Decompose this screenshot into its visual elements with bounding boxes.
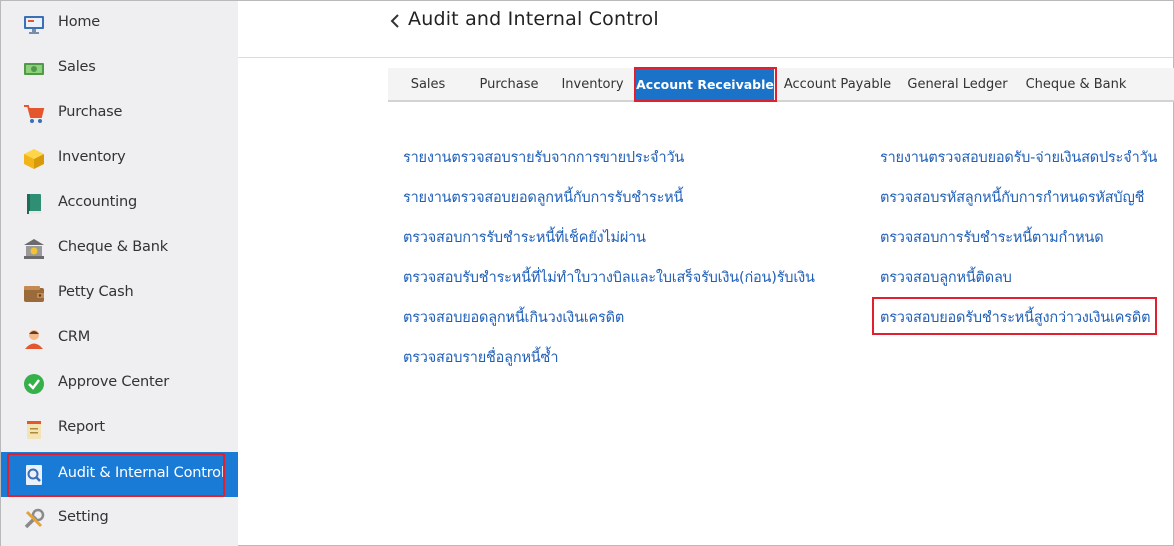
sidebar-item-label: Sales bbox=[58, 59, 96, 75]
sidebar-item-accounting[interactable]: Accounting bbox=[1, 181, 238, 226]
sidebar-item-petty-cash[interactable]: Petty Cash bbox=[1, 271, 238, 316]
tab-purchase[interactable]: Purchase bbox=[468, 68, 550, 100]
tab-cheque-bank[interactable]: Cheque & Bank bbox=[1020, 68, 1132, 100]
page-header: Audit and Internal Control bbox=[238, 1, 1173, 58]
sidebar-item-label: Cheque & Bank bbox=[58, 239, 168, 255]
bank-icon bbox=[23, 238, 45, 260]
sidebar-item-audit-internal-control[interactable]: Audit & Internal Control bbox=[1, 452, 238, 497]
report-link[interactable]: รายงานตรวจสอบรายรับจากการขายประจำวัน bbox=[403, 146, 684, 169]
report-link[interactable]: ตรวจสอบยอดรับชำระหนี้สูงกว่าวงเงินเครดิต bbox=[880, 306, 1150, 329]
report-link[interactable]: ตรวจสอบยอดลูกหนี้เกินวงเงินเครดิต bbox=[403, 306, 624, 329]
people-icon bbox=[23, 328, 45, 350]
sidebar-item-label: Inventory bbox=[58, 149, 126, 165]
report-icon bbox=[23, 418, 45, 440]
sidebar-item-approve-center[interactable]: Approve Center bbox=[1, 361, 238, 406]
tab-inventory[interactable]: Inventory bbox=[550, 68, 635, 100]
sidebar: Home Sales Purchase Inventory Accounting… bbox=[1, 1, 238, 546]
sidebar-item-sales[interactable]: Sales bbox=[1, 46, 238, 91]
sidebar-item-home[interactable]: Home bbox=[1, 1, 238, 46]
sidebar-item-inventory[interactable]: Inventory bbox=[1, 136, 238, 181]
report-link[interactable]: ตรวจสอบการรับชำระหนี้ตามกำหนด bbox=[880, 226, 1104, 249]
sidebar-item-purchase[interactable]: Purchase bbox=[1, 91, 238, 136]
tab-bar: Sales Purchase Inventory Account Receiva… bbox=[388, 68, 1174, 102]
sidebar-item-label: Home bbox=[58, 14, 101, 30]
sidebar-item-label: Setting bbox=[58, 509, 109, 525]
report-link[interactable]: รายงานตรวจสอบยอดรับ-จ่ายเงินสดประจำวัน bbox=[880, 146, 1157, 169]
monitor-icon bbox=[23, 13, 45, 35]
tools-icon bbox=[23, 508, 45, 530]
sidebar-item-label: Petty Cash bbox=[58, 284, 134, 300]
sidebar-item-label: Report bbox=[58, 419, 105, 435]
sidebar-item-label: Approve Center bbox=[58, 374, 169, 390]
wallet-icon bbox=[23, 283, 45, 305]
chevron-left-icon[interactable] bbox=[388, 13, 402, 29]
tab-sales[interactable]: Sales bbox=[388, 68, 468, 100]
sidebar-item-cheque-bank[interactable]: Cheque & Bank bbox=[1, 226, 238, 271]
sidebar-item-label: Purchase bbox=[58, 104, 123, 120]
sidebar-item-label: Accounting bbox=[58, 194, 137, 210]
audit-icon bbox=[23, 464, 45, 486]
money-icon bbox=[23, 58, 45, 80]
sidebar-item-report[interactable]: Report bbox=[1, 406, 238, 451]
sidebar-item-label: Audit & Internal Control bbox=[58, 465, 225, 481]
report-link[interactable]: รายงานตรวจสอบยอดลูกหนี้กับการรับชำระหนี้ bbox=[403, 186, 683, 209]
check-circle-icon bbox=[23, 373, 45, 395]
book-icon bbox=[23, 193, 45, 215]
report-link[interactable]: ตรวจสอบรับชำระหนี้ที่ไม่ทำใบวางบิลและใบเ… bbox=[403, 266, 815, 289]
sidebar-item-label: CRM bbox=[58, 329, 91, 345]
report-link[interactable]: ตรวจสอบลูกหนี้ติดลบ bbox=[880, 266, 1012, 289]
box-icon bbox=[23, 148, 45, 170]
report-link[interactable]: ตรวจสอบการรับชำระหนี้ที่เช็คยังไม่ผ่าน bbox=[403, 226, 646, 249]
report-link[interactable]: ตรวจสอบรหัสลูกหนี้กับการกำหนดรหัสบัญชี bbox=[880, 186, 1144, 209]
sidebar-item-setting[interactable]: Setting bbox=[1, 496, 238, 541]
tab-general-ledger[interactable]: General Ledger bbox=[905, 68, 1010, 100]
tab-account-receivable[interactable]: Account Receivable bbox=[636, 68, 774, 100]
page-title: Audit and Internal Control bbox=[408, 8, 659, 30]
cart-icon bbox=[23, 103, 45, 125]
tab-account-payable[interactable]: Account Payable bbox=[780, 68, 895, 100]
sidebar-item-crm[interactable]: CRM bbox=[1, 316, 238, 361]
report-link[interactable]: ตรวจสอบรายชื่อลูกหนี้ซ้ำ bbox=[403, 346, 559, 369]
